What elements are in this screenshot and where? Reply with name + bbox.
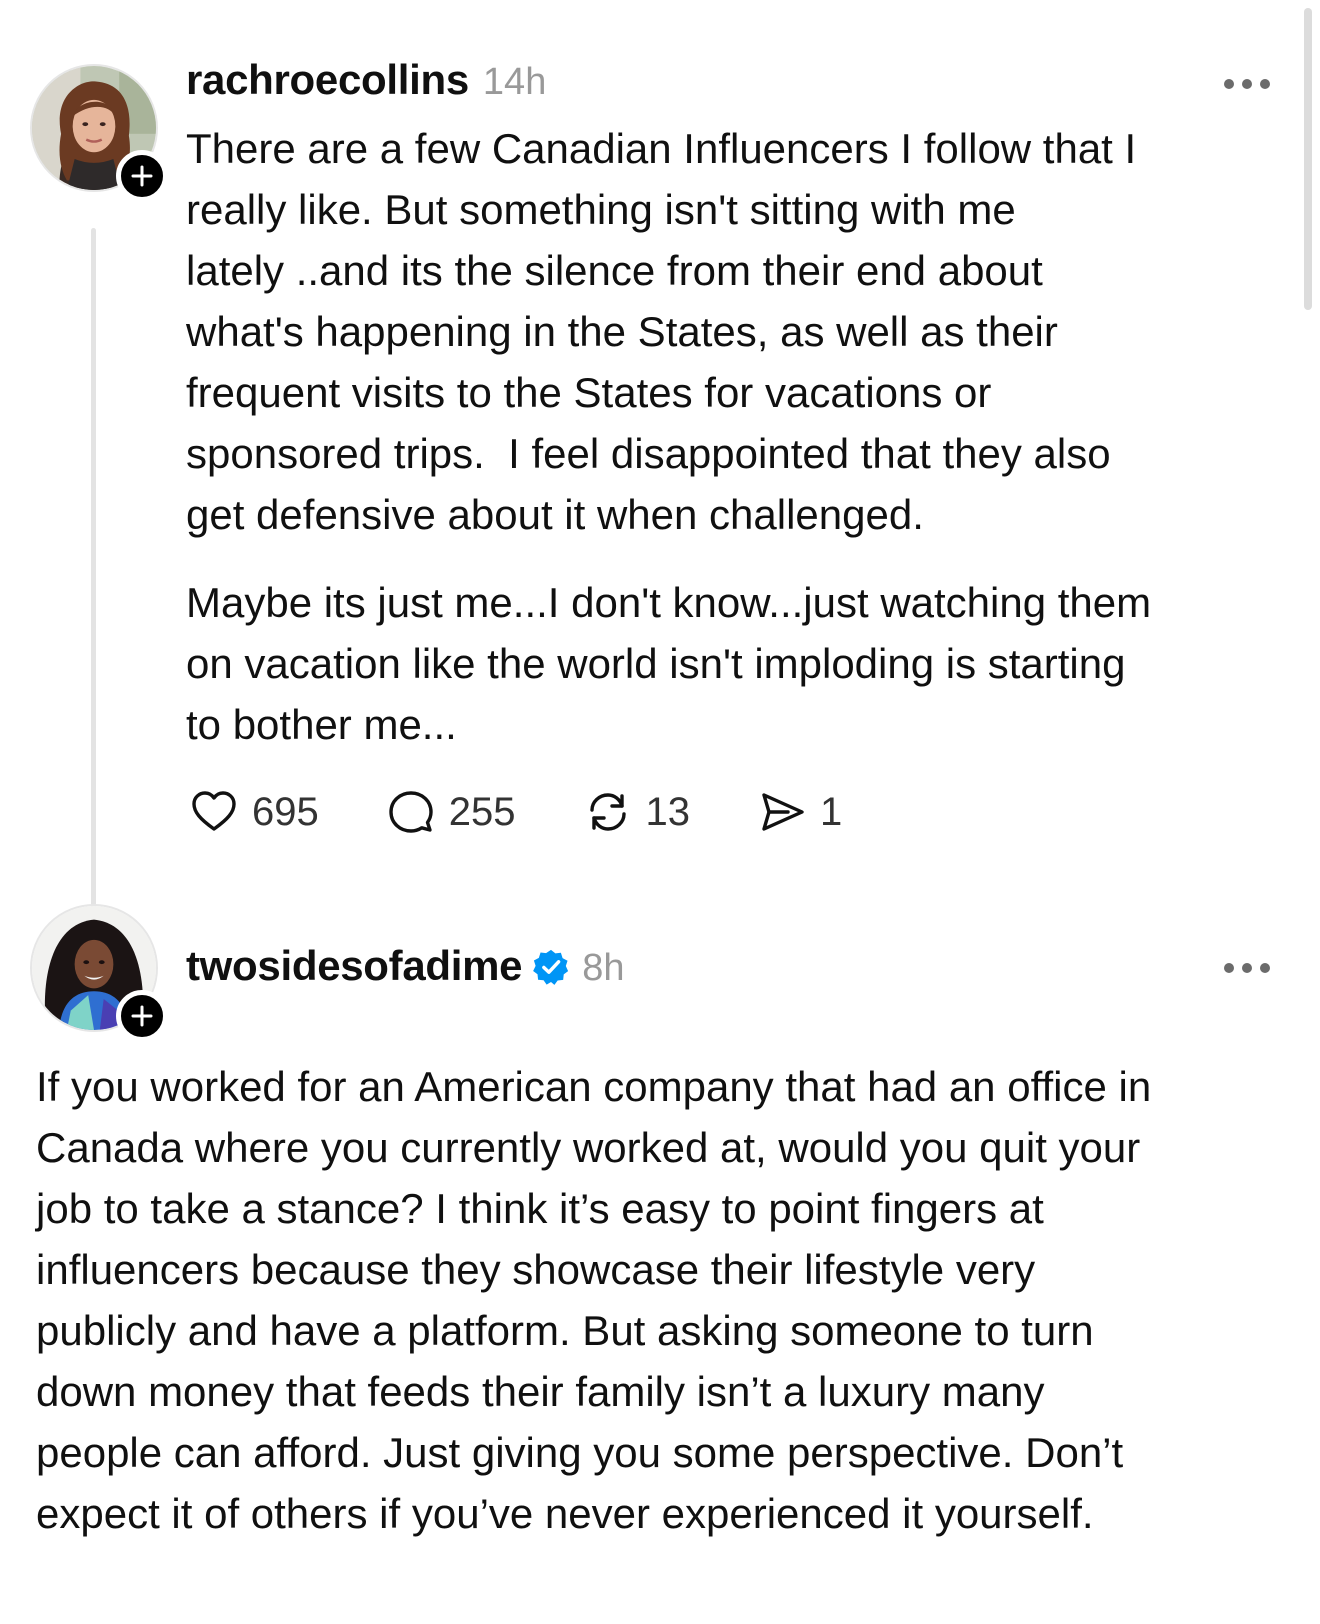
- plus-icon: [131, 165, 153, 187]
- reply-button[interactable]: 255: [387, 788, 516, 836]
- post-actions: 695 255 13 1: [190, 782, 910, 842]
- post-header: rachroecollins 14h: [186, 56, 546, 104]
- follow-button[interactable]: [116, 150, 168, 202]
- timestamp: 8h: [582, 947, 625, 989]
- repost-count: 13: [645, 789, 691, 834]
- dot-icon: [1242, 963, 1252, 973]
- more-options-button[interactable]: [1224, 74, 1270, 94]
- comment-icon: [389, 791, 433, 833]
- share-count: 1: [820, 789, 843, 834]
- thread-line: [91, 228, 96, 910]
- reply-count: 255: [448, 789, 516, 834]
- repost-icon: [589, 793, 626, 831]
- heart-icon: [192, 791, 236, 831]
- post-text: Maybe its just me...I don't know...just …: [186, 579, 1152, 748]
- share-button[interactable]: 1: [758, 788, 842, 836]
- dot-icon: [1260, 79, 1270, 89]
- username[interactable]: rachroecollins: [186, 56, 469, 104]
- plus-icon: [131, 1005, 153, 1027]
- timestamp: 14h: [482, 61, 547, 103]
- like-count: 695: [252, 789, 319, 834]
- like-button[interactable]: 695: [190, 788, 319, 836]
- username[interactable]: twosidesofadime: [186, 942, 523, 990]
- dot-icon: [1224, 79, 1234, 89]
- avatar[interactable]: [30, 904, 168, 1042]
- dot-icon: [1224, 963, 1234, 973]
- avatar[interactable]: [30, 64, 168, 202]
- repost-button[interactable]: 13: [584, 788, 691, 836]
- post-header: twosidesofadime 8h: [186, 942, 625, 990]
- verified-badge-icon: [532, 948, 570, 986]
- more-options-button[interactable]: [1224, 958, 1270, 978]
- post-text: If you worked for an American company th…: [36, 1063, 1152, 1537]
- post-text: There are a few Canadian Influencers I f…: [186, 125, 1137, 538]
- follow-button[interactable]: [116, 990, 168, 1042]
- dot-icon: [1260, 963, 1270, 973]
- dot-icon: [1242, 79, 1252, 89]
- send-icon: [762, 793, 804, 831]
